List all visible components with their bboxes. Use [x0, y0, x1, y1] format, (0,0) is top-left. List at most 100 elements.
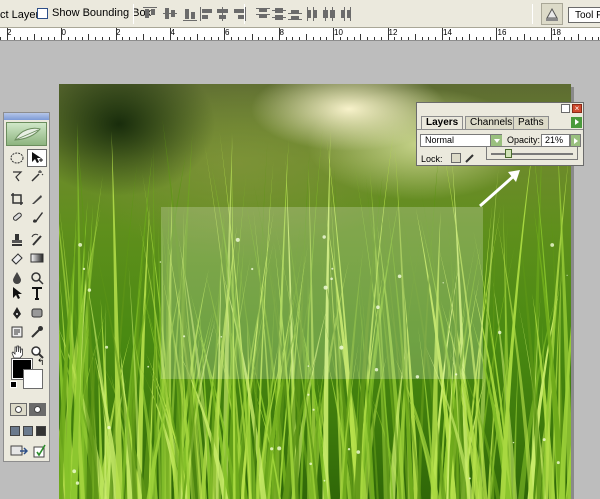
align-bottom-edges-icon[interactable] [183, 7, 197, 21]
notes-tool-icon[interactable] [7, 323, 27, 341]
pen-tool-icon[interactable] [7, 304, 27, 322]
dew-drop [78, 243, 83, 247]
toolbar-separator [244, 4, 245, 24]
type-tool-icon[interactable] [27, 284, 47, 302]
tab-divider [417, 129, 583, 130]
ruler-tick [136, 37, 137, 40]
magic-wand-icon[interactable] [27, 167, 47, 185]
distribute-horizontal-centers-icon[interactable] [322, 7, 336, 21]
tab-paths[interactable]: Paths [513, 116, 549, 129]
ruler-tick [489, 37, 491, 40]
distribute-left-edges-icon[interactable] [306, 7, 320, 21]
ruler-tick [251, 34, 253, 40]
healing-brush-icon[interactable] [7, 208, 27, 226]
standard-screen-mode-icon[interactable] [10, 426, 20, 436]
ruler-tick [285, 37, 287, 40]
jump-to-imageready-icon[interactable] [8, 442, 30, 460]
ruler-tick [428, 37, 430, 40]
slice-tool-icon[interactable] [27, 190, 47, 208]
full-screen-menu-mode-icon[interactable] [23, 426, 33, 436]
ruler-tick [40, 37, 42, 40]
ruler-label: 12 [388, 28, 398, 37]
brush-tool-icon[interactable] [27, 208, 47, 226]
opacity-slider-thumb[interactable] [505, 149, 513, 158]
eyedropper-icon[interactable] [27, 323, 47, 341]
tool-presets-tab[interactable]: Tool P [568, 7, 600, 23]
tool-preset-picker-icon[interactable] [541, 3, 563, 25]
ruler-tick [197, 34, 199, 40]
align-top-edges-icon[interactable] [143, 7, 157, 21]
ruler-tick [346, 37, 348, 40]
marquee-tool-icon[interactable] [7, 149, 27, 167]
minimize-palette-button[interactable] [561, 104, 570, 113]
distribute-top-edges-icon[interactable] [256, 7, 270, 21]
ruler-label: 18 [552, 28, 561, 37]
align-horizontal-centers-icon[interactable] [216, 7, 230, 21]
ruler-tick [190, 37, 192, 40]
ruler-tick [387, 28, 389, 40]
path-selection-icon[interactable] [7, 284, 27, 302]
palette-title-bar[interactable] [417, 103, 583, 114]
distribute-vertical-centers-icon[interactable] [272, 7, 286, 21]
ruler-tick [571, 37, 573, 40]
ruler-label: 4 [170, 28, 175, 37]
palette-menu-arrow-icon[interactable] [571, 117, 582, 128]
chevron-down-icon[interactable] [490, 135, 502, 146]
align-vertical-centers-icon[interactable] [163, 7, 177, 21]
lock-transparent-pixels-icon[interactable] [451, 153, 461, 163]
clone-stamp-icon[interactable] [7, 231, 27, 249]
crop-tool-icon[interactable] [7, 190, 27, 208]
ruler-tick [224, 28, 226, 40]
ruler-tick [156, 37, 158, 40]
full-screen-mode-icon[interactable] [36, 426, 46, 436]
align-left-edges-icon[interactable] [200, 7, 214, 21]
quick-mask-mode-button[interactable] [29, 403, 46, 416]
dew-drop [72, 469, 77, 474]
semi-transparent-white-layer[interactable] [161, 207, 483, 379]
distribute-bottom-edges-icon[interactable] [288, 7, 302, 21]
ruler-tick [516, 37, 518, 40]
gradient-tool-icon[interactable] [27, 249, 47, 267]
tab-layers[interactable]: Layers [421, 116, 464, 129]
ruler-tick [442, 28, 443, 40]
dew-drop [147, 365, 150, 368]
show-bounding-box-checkbox[interactable] [37, 7, 48, 19]
auto-select-layer-label[interactable]: ct Layer [0, 9, 39, 21]
distribute-right-edges-icon[interactable] [338, 7, 352, 21]
hand-tool-icon[interactable] [7, 343, 27, 361]
eraser-icon[interactable] [7, 249, 27, 267]
zoom-tool-icon[interactable] [27, 343, 47, 361]
ruler-tick [68, 37, 69, 40]
close-palette-button[interactable]: × [572, 104, 582, 113]
opacity-slider-popup[interactable] [486, 146, 578, 160]
tab-channels[interactable]: Channels [465, 116, 518, 129]
default-colors-icon[interactable] [10, 381, 17, 388]
shape-tool-icon[interactable] [27, 304, 47, 322]
ruler-tick [108, 37, 110, 40]
ruler-tick [482, 37, 484, 40]
ruler-tick [278, 28, 280, 40]
dew-drop [82, 267, 86, 271]
ruler-tick [360, 34, 362, 40]
ruler-tick [183, 37, 185, 40]
ruler-tick [333, 28, 335, 40]
ruler-tick [244, 37, 246, 40]
horizontal-ruler[interactable]: 2 0 2 4 6 8 10 12 14 16 18 [0, 28, 600, 41]
lock-image-pixels-icon[interactable] [465, 153, 475, 163]
opacity-slider-track[interactable] [491, 153, 573, 155]
lasso-tool-icon[interactable] [7, 167, 27, 185]
toolbox-title-bar[interactable] [4, 113, 49, 120]
ruler-tick [367, 37, 369, 40]
background-color-swatch[interactable] [23, 369, 43, 389]
ruler-tick [95, 37, 97, 40]
history-brush-icon[interactable] [27, 231, 47, 249]
ruler-tick [380, 37, 382, 40]
dew-drop [347, 448, 351, 451]
dew-drop [75, 481, 80, 485]
standard-mode-button[interactable] [10, 403, 27, 416]
options-bar: ct Layer Show Bounding Box Tool P [0, 0, 600, 28]
edit-in-imageready-icon[interactable] [30, 442, 50, 460]
ruler-tick [462, 37, 464, 40]
move-tool-icon[interactable] [27, 149, 47, 167]
photoshop-feather-logo[interactable] [6, 122, 47, 146]
